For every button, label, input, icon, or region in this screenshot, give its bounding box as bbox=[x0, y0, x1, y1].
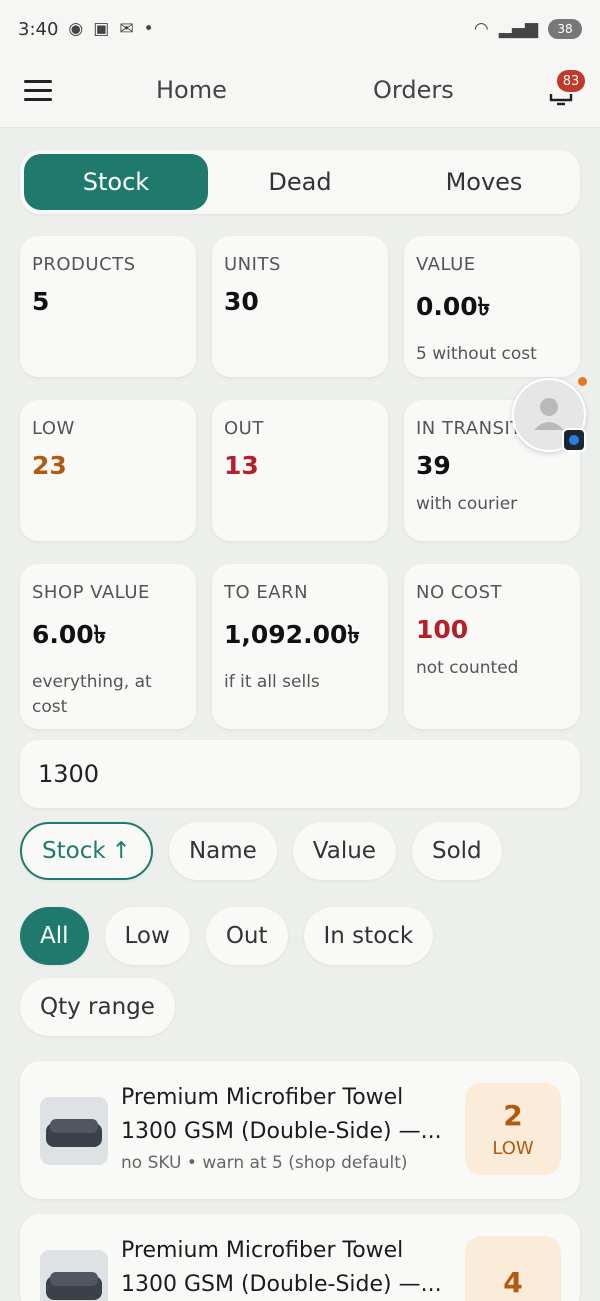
sort-value-chip[interactable]: Value bbox=[292, 822, 396, 880]
product-row[interactable]: Premium Microfiber Towel 1300 GSM (Doubl… bbox=[20, 1061, 580, 1199]
dot-icon: • bbox=[143, 19, 154, 39]
stat-card-no-cost[interactable]: NO COST 100 not counted bbox=[404, 564, 580, 729]
stat-value: 30 bbox=[224, 287, 259, 316]
filter-out-chip[interactable]: Out bbox=[205, 907, 288, 965]
stat-label: UNITS bbox=[224, 254, 281, 275]
status-left: 3:40 ◉ ▣ ✉ • bbox=[18, 19, 154, 40]
product-thumbnail bbox=[40, 1097, 108, 1165]
app-bar: Home Orders 83 bbox=[0, 58, 600, 128]
stat-card-out[interactable]: OUT 13 bbox=[212, 400, 388, 541]
stat-sub: everything, at cost bbox=[32, 672, 152, 717]
stock-qty-badge: 4 bbox=[465, 1236, 561, 1301]
sort-stock-label: Stock bbox=[42, 838, 106, 864]
stat-sub: with courier bbox=[416, 494, 518, 514]
filter-all-chip[interactable]: All bbox=[20, 907, 89, 965]
stat-sub: 5 without cost bbox=[416, 344, 537, 364]
notification-dot bbox=[578, 377, 587, 386]
towel-image bbox=[40, 1097, 108, 1165]
filter-qty-range-chip[interactable]: Qty range bbox=[20, 978, 175, 1036]
stat-label: PRODUCTS bbox=[32, 254, 136, 275]
stock-tabs: Stock Dead Moves bbox=[20, 150, 580, 214]
nav-home[interactable]: Home bbox=[156, 76, 227, 104]
product-row[interactable]: Premium Microfiber Towel 1300 GSM (Doubl… bbox=[20, 1214, 580, 1301]
stat-value: 1,092.00৳ bbox=[224, 620, 360, 649]
product-thumbnail bbox=[40, 1250, 108, 1301]
status-bar: 3:40 ◉ ▣ ✉ • ◠ ▂▄▆ 38 bbox=[0, 0, 600, 58]
filter-chips: All Low Out In stock bbox=[20, 907, 434, 965]
stat-label: NO COST bbox=[416, 582, 503, 603]
qty-range-row: Qty range bbox=[20, 978, 175, 1036]
status-right: ◠ ▂▄▆ 38 bbox=[474, 19, 582, 39]
stock-qty: 4 bbox=[503, 1265, 523, 1299]
stat-label: TO EARN bbox=[224, 582, 309, 603]
stat-sub: if it all sells bbox=[224, 672, 320, 692]
stock-status: LOW bbox=[492, 1138, 534, 1159]
wifi-icon: ◠ bbox=[473, 19, 489, 39]
tab-stock[interactable]: Stock bbox=[24, 154, 208, 210]
status-time: 3:40 bbox=[18, 18, 59, 40]
search-input[interactable] bbox=[20, 740, 580, 808]
tab-dead[interactable]: Dead bbox=[208, 154, 392, 210]
stat-value: 100 bbox=[416, 615, 469, 644]
stat-sub: not counted bbox=[416, 658, 519, 678]
stat-card-low[interactable]: LOW 23 bbox=[20, 400, 196, 541]
stat-label: SHOP VALUE bbox=[32, 582, 150, 603]
scan-icon: ▣ bbox=[93, 19, 110, 39]
stat-value: 39 bbox=[416, 451, 451, 480]
stat-label: OUT bbox=[224, 418, 264, 439]
signal-icon: ▂▄▆ bbox=[498, 19, 538, 39]
stat-value: 23 bbox=[32, 451, 67, 480]
stat-card-products: PRODUCTS 5 bbox=[20, 236, 196, 377]
stock-qty-badge: 2 LOW bbox=[465, 1083, 561, 1175]
messenger-icon: ◉ bbox=[68, 19, 84, 39]
product-name: Premium Microfiber Towel 1300 GSM (Doubl… bbox=[121, 1085, 442, 1144]
messenger-badge-icon bbox=[562, 428, 586, 452]
stat-value: 0.00৳ bbox=[416, 292, 491, 321]
stock-qty: 2 bbox=[503, 1099, 523, 1132]
stat-card-units: UNITS 30 bbox=[212, 236, 388, 377]
menu-icon[interactable] bbox=[24, 80, 52, 102]
sort-sold-chip[interactable]: Sold bbox=[411, 822, 502, 880]
stat-value: 5 bbox=[32, 287, 50, 316]
stat-card-to-earn: TO EARN 1,092.00৳ if it all sells bbox=[212, 564, 388, 729]
product-name: Premium Microfiber Towel 1300 GSM (Doubl… bbox=[121, 1238, 442, 1297]
orders-badge: 83 bbox=[557, 70, 585, 92]
stat-card-value: VALUE 0.00৳ 5 without cost bbox=[404, 236, 580, 377]
stat-label: LOW bbox=[32, 418, 75, 439]
filter-low-chip[interactable]: Low bbox=[104, 907, 190, 965]
product-meta: no SKU • warn at 5 (shop default) bbox=[121, 1153, 408, 1173]
stat-value: 6.00৳ bbox=[32, 620, 107, 649]
stats-grid: PRODUCTS 5 UNITS 30 VALUE 0.00৳ 5 withou… bbox=[20, 236, 580, 729]
stat-label: VALUE bbox=[416, 254, 476, 275]
gmail-icon: ✉ bbox=[119, 19, 134, 39]
battery-icon: 38 bbox=[548, 19, 582, 39]
tab-moves[interactable]: Moves bbox=[392, 154, 576, 210]
nav-orders[interactable]: Orders bbox=[373, 76, 454, 104]
filter-in-stock-chip[interactable]: In stock bbox=[303, 907, 434, 965]
sort-chips: Stock ↑ Name Value Sold bbox=[20, 822, 502, 880]
sort-name-chip[interactable]: Name bbox=[168, 822, 277, 880]
stat-value: 13 bbox=[224, 451, 259, 480]
arrow-up-icon: ↑ bbox=[111, 838, 131, 864]
stat-card-shop-value: SHOP VALUE 6.00৳ everything, at cost bbox=[20, 564, 196, 729]
sort-stock-chip[interactable]: Stock ↑ bbox=[20, 822, 153, 880]
towel-image bbox=[40, 1250, 108, 1301]
